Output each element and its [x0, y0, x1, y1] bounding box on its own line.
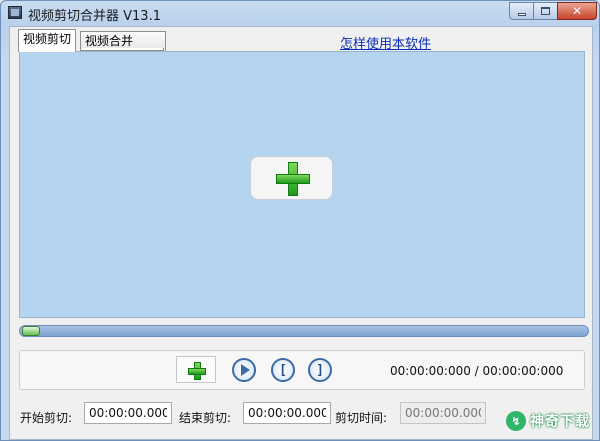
mark-in-button[interactable]: [	[271, 358, 295, 382]
plus-icon	[188, 361, 206, 380]
watermark-text: 神奇下载	[530, 414, 590, 430]
end-cut-input[interactable]	[243, 402, 331, 424]
duration-input	[400, 402, 486, 424]
watermark-logo-icon: ↯	[506, 411, 526, 431]
client-area: 视频剪切 视频合并 怎样使用本软件 [ ] 00:00:00:000 / 00:…	[9, 26, 593, 440]
video-preview-area[interactable]	[19, 51, 585, 318]
play-button[interactable]	[232, 358, 256, 382]
end-cut-label: 结束剪切:	[179, 411, 232, 425]
maximize-button[interactable]	[533, 2, 558, 20]
mark-out-button[interactable]: ]	[308, 358, 332, 382]
minimize-button[interactable]	[509, 2, 534, 20]
bracket-left-icon: [	[279, 362, 287, 378]
start-cut-label: 开始剪切:	[20, 411, 73, 425]
plus-icon	[275, 162, 310, 196]
maximize-icon	[541, 7, 550, 15]
title-bar[interactable]: 视频剪切合并器 V13.1 ✕	[1, 1, 600, 25]
add-file-button[interactable]	[176, 356, 216, 383]
app-window: 视频剪切合并器 V13.1 ✕ 视频剪切 视频合并 怎样使用本软件 [] 00…	[0, 0, 600, 441]
watermark: ↯ 神奇下载	[506, 408, 598, 434]
window-title: 视频剪切合并器 V13.1	[28, 9, 161, 24]
time-readout: 00:00:00:000 / 00:00:00:000	[390, 364, 564, 378]
playback-controls: [ ] 00:00:00:000 / 00:00:00:000	[19, 350, 585, 390]
play-icon	[241, 364, 250, 376]
help-link[interactable]: 怎样使用本软件	[340, 33, 431, 52]
start-cut-input[interactable]	[84, 402, 172, 424]
timeline-slider[interactable]	[19, 325, 589, 337]
timeline-knob[interactable]	[22, 326, 40, 336]
duration-label: 剪切时间:	[335, 411, 388, 425]
minimize-icon	[517, 12, 526, 16]
close-icon: ✕	[571, 4, 583, 18]
film-icon	[8, 6, 22, 19]
bracket-right-icon: ]	[316, 362, 324, 378]
add-video-button[interactable]	[250, 156, 333, 200]
close-button[interactable]: ✕	[557, 2, 597, 20]
tab-video-cut[interactable]: 视频剪切	[18, 29, 77, 52]
